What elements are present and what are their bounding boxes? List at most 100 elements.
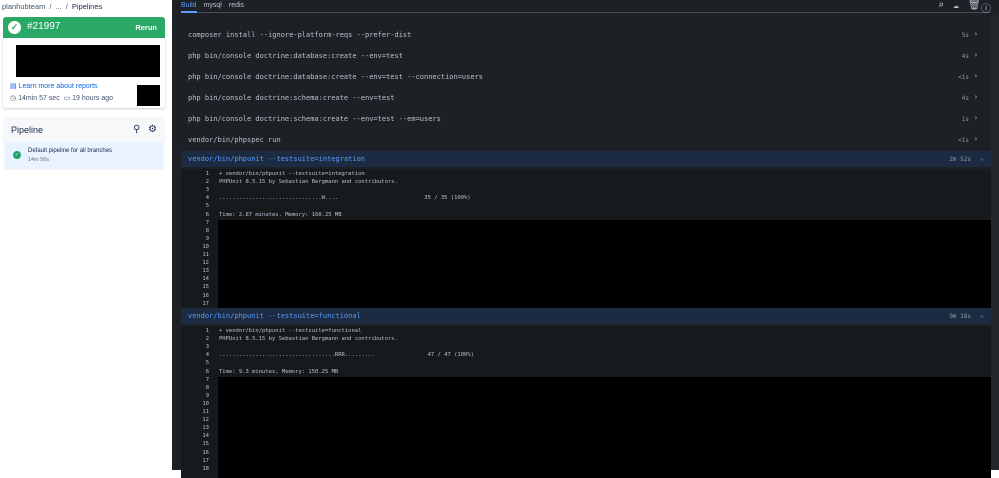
build-time-ago: 19 hours ago (72, 95, 114, 102)
step-command: vendor/bin/phpunit --testsuite=integrati… (188, 155, 366, 163)
line-number: 6 (205, 368, 209, 375)
step-row[interactable]: php bin/console doctrine:schema:create -… (172, 114, 991, 126)
log-line: ...................................RRR..… (219, 352, 474, 359)
line-number: 5 (205, 203, 209, 210)
build-duration: 14min 57 sec (18, 95, 60, 102)
line-number: 16 (202, 292, 209, 299)
breadcrumb-ellipsis[interactable]: ... (55, 2, 61, 11)
learn-reports-label: Learn more about reports (18, 83, 98, 90)
tab-divider (181, 12, 991, 13)
step-duration: 4s (961, 95, 969, 102)
build-number: #21997 (27, 21, 61, 32)
step-row[interactable]: php bin/console doctrine:database:create… (172, 72, 991, 84)
download-icon[interactable]: ☁ (953, 0, 959, 11)
success-icon: ✓ (13, 151, 21, 159)
gear-icon[interactable]: ⚙ (148, 124, 157, 135)
step-duration: 1s (961, 116, 969, 123)
step-command: php bin/console doctrine:schema:create -… (188, 94, 395, 102)
tab-redis[interactable]: redis (229, 2, 244, 9)
step-duration: <1s (958, 74, 969, 81)
breadcrumb: planhubteam /... / Pipelines (2, 2, 106, 11)
log-line: + vendor/bin/phpunit --testsuite=functio… (219, 328, 362, 334)
chevron-down-icon: ⌄ (979, 154, 984, 162)
step-command: php bin/console doctrine:schema:create -… (188, 115, 441, 123)
learn-reports-link[interactable]: ▤ Learn more about reports (10, 82, 98, 90)
step-row[interactable]: composer install --ignore-platform-reqs … (172, 30, 991, 42)
info-icon[interactable]: ⓘ (981, 0, 991, 15)
line-number: 11 (202, 409, 209, 415)
step-header-expanded[interactable]: vendor/bin/phpunit --testsuite=functiona… (181, 308, 991, 324)
step-row[interactable]: php bin/console doctrine:database:create… (172, 51, 991, 63)
clock-icon: ◷ (10, 95, 19, 102)
log-output: 1 + vendor/bin/phpunit --testsuite=integr… (181, 169, 991, 313)
rerun-button[interactable]: Rerun (135, 23, 157, 32)
breadcrumb-sep: / (65, 2, 68, 11)
scrollbar[interactable] (991, 15, 999, 470)
step-command: php bin/console doctrine:database:create… (188, 52, 403, 60)
tab-mysql[interactable]: mysql (204, 2, 222, 9)
log-line: Time: 9.3 minutes, Memory: 150.25 MB (219, 368, 339, 375)
pipeline-item[interactable]: ✓ Default pipeline for all branches 14m … (5, 142, 163, 169)
chevron-down-icon: ⌄ (979, 311, 984, 319)
line-number: 6 (205, 211, 209, 218)
step-command: vendor/bin/phpunit --testsuite=functiona… (188, 312, 361, 320)
line-number: 2 (205, 336, 209, 343)
line-number: 13 (202, 425, 209, 432)
line-number: 16 (202, 449, 209, 456)
log-line: ...............................W.... 35 … (219, 195, 471, 202)
line-number: 10 (202, 400, 209, 407)
line-number: 17 (202, 300, 209, 307)
tab-build[interactable]: Build (181, 2, 197, 9)
line-number: 14 (202, 276, 209, 283)
line-number: 5 (205, 360, 209, 367)
trash-icon[interactable]: 🗑 (968, 0, 981, 11)
success-check-icon: ✓ (8, 21, 21, 34)
line-number: 9 (205, 392, 209, 399)
redacted-log-area (218, 376, 991, 478)
active-tab-indicator (181, 11, 197, 13)
line-number: 12 (202, 260, 209, 267)
line-number: 2 (205, 179, 209, 186)
line-number: 13 (202, 268, 209, 275)
line-number: 1 (205, 171, 209, 177)
breadcrumb-pipelines[interactable]: Pipelines (72, 2, 102, 11)
line-number: 7 (205, 376, 209, 383)
build-meta: ◷ 14min 57 sec ▭ 19 hours ago (10, 94, 113, 102)
redacted-area (16, 45, 160, 77)
build-status-header: ✓ #21997 Rerun (3, 17, 165, 38)
search-icon[interactable]: ⌕ (938, 0, 944, 11)
breadcrumb-workspace[interactable]: planhubteam (2, 2, 45, 11)
pin-icon[interactable]: ⚲ (133, 124, 140, 135)
chevron-right-icon: › (973, 114, 978, 122)
chevron-right-icon: › (973, 51, 978, 59)
log-line: PHPUnit 8.5.15 by Sebastian Bergmann and… (219, 179, 398, 186)
breadcrumb-sep: / (49, 2, 52, 11)
pipeline-title: Pipeline (11, 125, 44, 135)
line-number: 11 (202, 252, 209, 258)
log-panel: Build mysql redis ⌕ ☁ 🗑 ⓘ composer install… (172, 0, 999, 478)
line-number: 3 (205, 344, 209, 351)
log-line: Time: 2.87 minutes, Memory: 160.25 MB (219, 211, 342, 218)
pipeline-item-time: 14m 56s (28, 157, 50, 163)
chevron-right-icon: › (973, 93, 978, 101)
line-number: 15 (202, 284, 209, 291)
step-tabs: Build mysql redis (181, 2, 251, 9)
line-number: 18 (202, 465, 209, 472)
chevron-right-icon: › (973, 135, 978, 143)
step-duration: 2m 52s (949, 156, 971, 163)
step-row[interactable]: php bin/console doctrine:schema:create -… (172, 93, 991, 105)
step-command: php bin/console doctrine:database:create… (188, 73, 484, 81)
line-number: 7 (205, 219, 209, 226)
calendar-icon: ▭ (63, 95, 73, 102)
step-row[interactable]: vendor/bin/phpspec run <1s › (172, 135, 991, 147)
line-number: 9 (205, 235, 209, 242)
report-icon: ▤ (10, 83, 19, 90)
line-number: 8 (205, 384, 209, 391)
log-output: 1 + vendor/bin/phpunit --testsuite=functi… (181, 326, 991, 478)
pipeline-panel: Pipeline ⚲ ⚙ ✓ Default pipeline for all … (3, 117, 165, 170)
line-number: 12 (202, 417, 209, 424)
line-number: 3 (205, 187, 209, 194)
redacted-avatar (137, 85, 160, 106)
pipeline-item-name: Default pipeline for all branches (28, 148, 113, 154)
step-header-expanded[interactable]: vendor/bin/phpunit --testsuite=integrati… (181, 151, 991, 167)
